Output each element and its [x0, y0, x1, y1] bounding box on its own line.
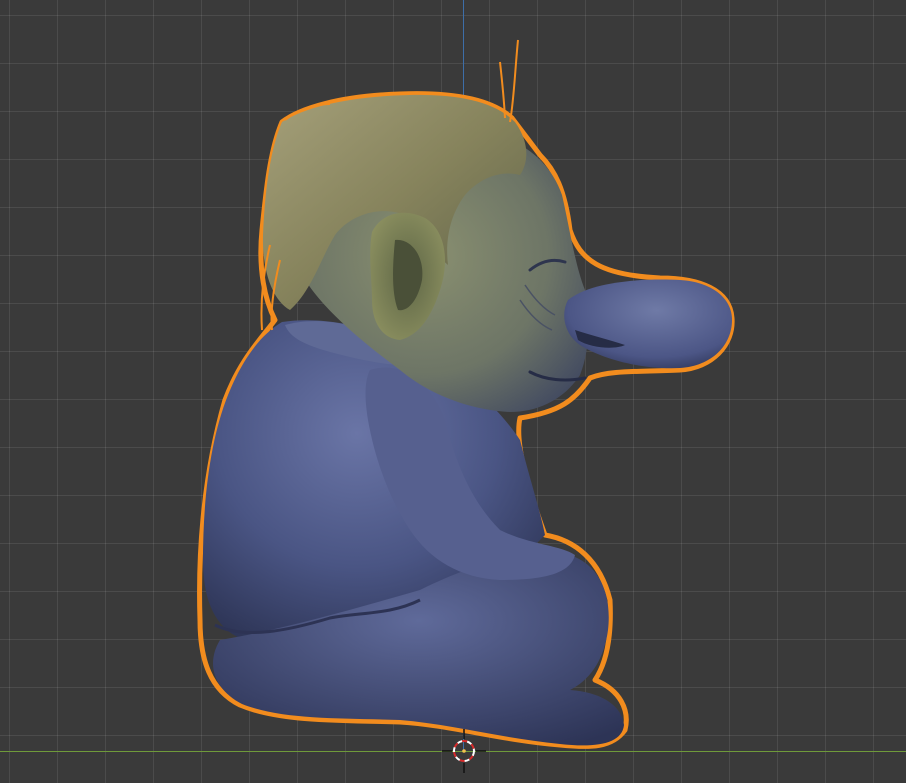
model-canvas[interactable] — [0, 0, 906, 783]
nose — [564, 279, 732, 369]
character-model[interactable] — [197, 39, 735, 749]
3d-viewport[interactable] — [0, 0, 906, 783]
